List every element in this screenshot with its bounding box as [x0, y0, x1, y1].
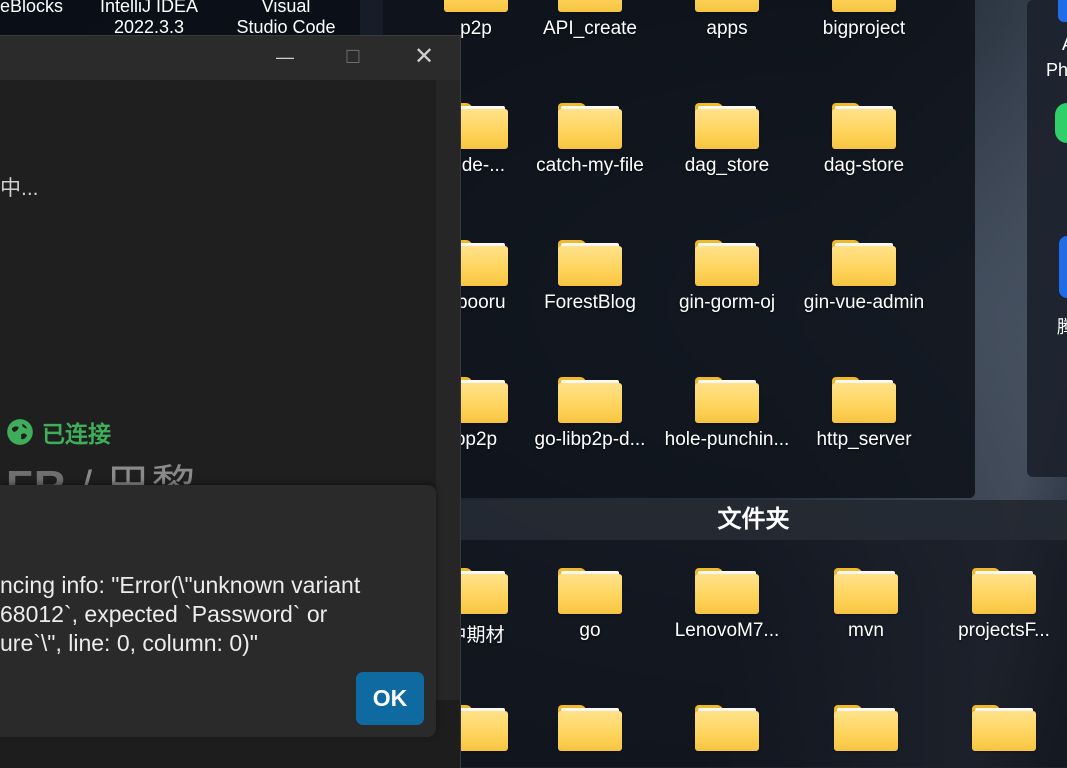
desktop-folder[interactable]: projectsF... [934, 568, 1067, 642]
shortcut-label: Visual [261, 0, 311, 16]
folder-label: bigproject [822, 18, 906, 39]
desktop-folder[interactable]: gin-gorm-oj [657, 240, 797, 314]
folder-icon[interactable] [558, 705, 622, 751]
folder-icon [695, 0, 759, 12]
error-message-line: ure`\", line: 0, column: 0)" [0, 630, 258, 656]
folder-icon [695, 103, 759, 149]
desktop-divider [360, 0, 384, 40]
folder-icon [834, 568, 898, 614]
desktop-folder[interactable]: http_server [794, 377, 934, 451]
folder-icon [832, 377, 896, 423]
folder-icon [832, 0, 896, 12]
folder-icon[interactable] [695, 705, 759, 751]
fence-title: 文件夹 [440, 500, 1067, 540]
wechat-icon[interactable] [1055, 103, 1067, 143]
folder-icon[interactable] [972, 705, 1036, 751]
desktop-folder[interactable]: LenovoM7... [657, 568, 797, 642]
folder-label: dag_store [684, 155, 770, 176]
error-dialog: ncing info: "Error(\"unknown variant 6801… [0, 485, 436, 737]
status-text: 中... [0, 177, 39, 200]
desktop-shortcut-intellij[interactable]: IntelliJ IDEA 2022.3.3 [88, 0, 210, 38]
error-message: ncing info: "Error(\"unknown variant 6801… [0, 571, 430, 658]
desktop-folder[interactable]: API_create [520, 0, 660, 40]
folder-icon [695, 377, 759, 423]
folder-label: hole-punchin... [664, 429, 790, 450]
folder-icon[interactable] [834, 705, 898, 751]
folder-icon [558, 0, 622, 12]
app-tile-icon[interactable] [1058, 0, 1067, 22]
vpn-client-window: — ☐ ✕ 中... 已连接 FR / 巴黎 ncing info: "Erro… [0, 35, 461, 768]
desktop-folder[interactable]: dag-store [794, 103, 934, 177]
desktop-folder[interactable]: apps [657, 0, 797, 40]
desktop-folder[interactable]: mvn [796, 568, 936, 642]
desktop-folder[interactable]: gin-vue-admin [794, 240, 934, 314]
folder-label: go [579, 620, 601, 641]
desktop-folder[interactable]: catch-my-file [520, 103, 660, 177]
error-message-line: 68012`, expected `Password` or [0, 601, 328, 627]
shortcut-label: IntelliJ IDEA [99, 0, 199, 16]
desktop-shortcut[interactable]: eBlocks [0, 0, 64, 17]
folder-label: projectsF... [958, 620, 1050, 641]
folder-label: http_server [816, 429, 912, 450]
desktop-folder[interactable]: dag_store [657, 103, 797, 177]
desktop-folder[interactable]: hole-punchin... [657, 377, 797, 451]
desktop-folder[interactable]: ForestBlog [520, 240, 660, 314]
desktop-folder[interactable]: go [520, 568, 660, 642]
folder-label: gin-vue-admin [803, 292, 925, 313]
folder-icon [695, 240, 759, 286]
folder-label: go-libp2p-d... [534, 429, 646, 450]
window-titlebar[interactable]: — ☐ ✕ [0, 36, 460, 80]
app-tile-icon[interactable] [1059, 236, 1067, 298]
folder-icon [444, 0, 508, 12]
globe-icon [7, 419, 33, 445]
maximize-icon[interactable]: ☐ [333, 42, 373, 72]
folder-label: ForestBlog [544, 292, 636, 313]
folder-label: gin-gorm-oj [678, 292, 776, 313]
folder-label: LenovoM7... [674, 620, 780, 641]
close-icon[interactable]: ✕ [404, 42, 444, 72]
widget-text: Ph [1046, 60, 1067, 80]
folder-label: apps [706, 18, 748, 39]
folder-icon [972, 568, 1036, 614]
scrollbar[interactable] [436, 80, 460, 700]
desktop-folder[interactable]: go-libp2p-d... [520, 377, 660, 451]
folder-label: mvn [848, 620, 884, 641]
connection-status: 已连接 [6, 415, 111, 449]
ok-button[interactable]: OK [356, 672, 424, 725]
folder-icon [558, 240, 622, 286]
folder-icon [558, 568, 622, 614]
folder-icon [558, 103, 622, 149]
widget-text: A [1062, 34, 1067, 55]
desktop-folder[interactable]: bigproject [794, 0, 934, 40]
widget-text: 腾 [1057, 317, 1067, 337]
error-message-line: ncing info: "Error(\"unknown variant [0, 572, 361, 598]
shortcut-label: eBlocks [0, 0, 64, 16]
minimize-icon[interactable]: — [265, 42, 305, 72]
connection-status-label: 已连接 [42, 421, 111, 447]
folder-icon [558, 377, 622, 423]
folder-icon [832, 240, 896, 286]
folder-icon [695, 568, 759, 614]
folder-label: API_create [543, 18, 637, 39]
desktop-shortcut-vscode[interactable]: Visual Studio Code [225, 0, 347, 38]
folder-icon [832, 103, 896, 149]
folder-label: dag-store [823, 155, 905, 176]
folder-label: catch-my-file [536, 155, 644, 176]
